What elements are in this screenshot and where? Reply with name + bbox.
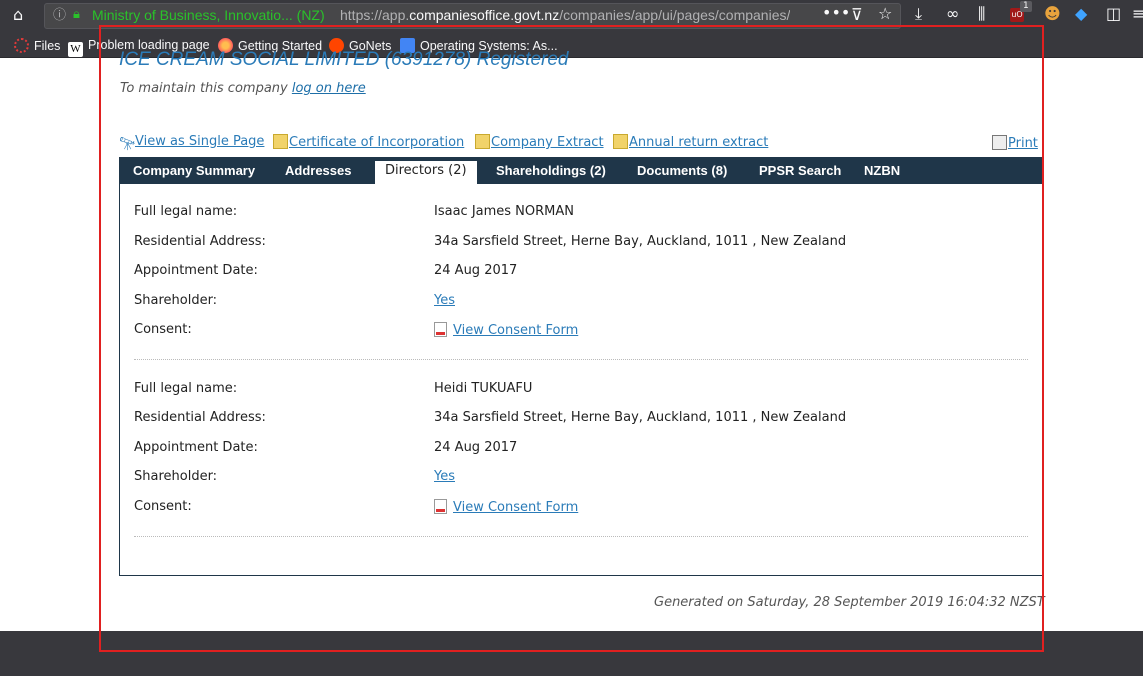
action-label: View as Single Page (135, 134, 265, 149)
director-name: Isaac James NORMAN (434, 204, 575, 219)
annual-return-link[interactable]: Annual return extract (613, 134, 768, 150)
browser-toolbar: ⌂ ⓘ 🔒︎ Ministry of Business, Innovatio..… (0, 0, 1143, 32)
certificate-link[interactable]: Certificate of Incorporation (273, 134, 464, 150)
director-name: Heidi TUKUAFU (434, 381, 533, 396)
maintain-text: To maintain this company (120, 81, 288, 96)
page-actions-icon[interactable]: ••• (822, 5, 850, 21)
tab-nzbn[interactable]: NZBN (864, 163, 900, 178)
files-icon (14, 38, 29, 53)
tab-addresses[interactable]: Addresses (285, 163, 351, 178)
mask-icon[interactable]: ∞ (946, 6, 959, 22)
action-label: Company Extract (491, 135, 604, 150)
pocket-icon[interactable]: ⊽ (851, 7, 863, 23)
consent-label: Consent: (134, 322, 192, 337)
address-label: Residential Address: (134, 234, 266, 249)
consent-value: View Consent Form (434, 322, 578, 338)
company-extract-link[interactable]: Company Extract (475, 134, 604, 150)
pdf-icon (434, 499, 447, 514)
site-identity[interactable]: Ministry of Business, Innovatio... (NZ) (92, 7, 325, 23)
consent-label: Consent: (134, 499, 192, 514)
bookmark-label: Files (34, 39, 61, 53)
appointment-label: Appointment Date: (134, 440, 258, 455)
site-identity-country: (NZ) (296, 7, 325, 23)
download-icon[interactable]: ⤓ (915, 6, 922, 22)
tab-directors[interactable]: Directors (2) (375, 161, 477, 184)
wikipedia-icon: W (68, 42, 83, 57)
view-single-page-link[interactable]: 🔭︎View as Single Page (119, 134, 264, 152)
binoculars-icon: 🔭︎ (119, 137, 136, 152)
shareholder-label: Shareholder: (134, 293, 218, 308)
tab-documents[interactable]: Documents (8) (637, 163, 727, 178)
director-address: 34a Sarsfield Street, Herne Bay, Aucklan… (434, 410, 847, 425)
url-path: /companies/app/ui/pages/companies/ (559, 7, 790, 23)
lock-icon: 🔒︎ (73, 7, 80, 22)
consent-value: View Consent Form (434, 499, 578, 515)
url-prefix: https://app. (340, 7, 410, 23)
director-address: 34a Sarsfield Street, Herne Bay, Aucklan… (434, 234, 847, 249)
company-tabs: Company Summary Addresses Directors (2) … (119, 157, 1042, 184)
shareholder-label: Shareholder: (134, 469, 218, 484)
tab-shareholdings[interactable]: Shareholdings (2) (496, 163, 606, 178)
maintain-notice: To maintain this company log on here (120, 81, 366, 96)
pdf-icon (434, 322, 447, 337)
appointment-date: 24 Aug 2017 (434, 440, 518, 455)
certificate-icon (613, 134, 628, 149)
appointment-label: Appointment Date: (134, 263, 258, 278)
action-label: Certificate of Incorporation (289, 135, 465, 150)
notification-badge: 1 (1020, 1, 1032, 12)
url-text[interactable]: https://app.companiesoffice.govt.nz/comp… (340, 7, 790, 23)
printer-icon (992, 135, 1007, 150)
bottom-band (0, 631, 1143, 676)
home-icon[interactable]: ⌂ (13, 7, 23, 23)
full-name-label: Full legal name: (134, 381, 238, 396)
tab-ppsr-search[interactable]: PPSR Search (759, 163, 841, 178)
shareholder-value: Yes (434, 293, 455, 308)
director-divider (134, 359, 1028, 360)
view-consent-form-link[interactable]: View Consent Form (453, 500, 578, 515)
info-icon[interactable]: ⓘ (53, 8, 66, 24)
action-label: Annual return extract (629, 135, 769, 150)
certificate-icon (475, 134, 490, 149)
bookmark-files[interactable]: Files (14, 38, 60, 53)
certificate-icon (273, 134, 288, 149)
generated-timestamp: Generated on Saturday, 28 September 2019… (654, 595, 1045, 610)
shareholder-yes-link[interactable]: Yes (434, 469, 455, 484)
full-name-label: Full legal name: (134, 204, 238, 219)
url-host: companiesoffice.govt.nz (409, 7, 560, 23)
view-consent-form-link[interactable]: View Consent Form (453, 323, 578, 338)
director-divider (134, 536, 1028, 537)
shareholder-value: Yes (434, 469, 455, 484)
appointment-date: 24 Aug 2017 (434, 263, 518, 278)
company-heading: ICE CREAM SOCIAL LIMITED (6391278) Regis… (119, 49, 569, 70)
menu-icon[interactable]: ≡ (1132, 6, 1143, 22)
tab-company-summary[interactable]: Company Summary (133, 163, 255, 178)
bookmark-star-icon[interactable]: ☆ (878, 6, 892, 22)
action-label: Print (1008, 136, 1038, 151)
sidebar-icon[interactable]: ◫ (1106, 6, 1121, 22)
address-label: Residential Address: (134, 410, 266, 425)
extension-face-icon[interactable]: ☻ (1044, 6, 1061, 22)
gem-icon[interactable]: ◆ (1075, 6, 1087, 22)
site-identity-name: Ministry of Business, Innovatio... (92, 7, 293, 23)
log-on-link[interactable]: log on here (292, 81, 366, 96)
library-icon[interactable]: ⫼ (978, 6, 985, 22)
page-content: ICE CREAM SOCIAL LIMITED (6391278) Regis… (0, 49, 1143, 631)
shareholder-yes-link[interactable]: Yes (434, 293, 455, 308)
print-link[interactable]: Print (992, 135, 1038, 151)
